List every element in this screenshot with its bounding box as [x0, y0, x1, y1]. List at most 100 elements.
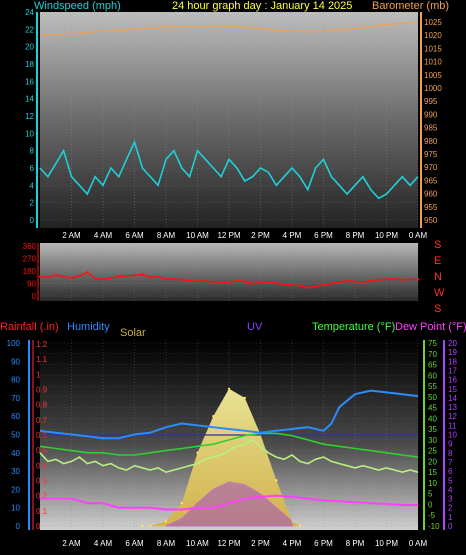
- wind-direction-point: [369, 279, 372, 282]
- uv-tick-label: 15: [448, 385, 457, 394]
- humidity-label: Humidity: [67, 321, 110, 333]
- wind-tick-label: 2: [30, 199, 35, 208]
- direction-tick-label: 0: [32, 292, 37, 301]
- barometer-tick-label: 970: [424, 163, 438, 172]
- wind-direction-point: [38, 275, 42, 278]
- uv-tick-label: 19: [448, 348, 457, 357]
- uv-tick-label: 9: [448, 440, 453, 449]
- wind-x-tick-label: 10 AM: [186, 231, 209, 240]
- barometer-tick-label: 1020: [424, 31, 442, 40]
- humidity-tick-label: 20: [11, 485, 20, 494]
- uv-tick-label: 16: [448, 376, 457, 385]
- humidity-tick-label: 70: [11, 394, 20, 403]
- wind-tick-label: 14: [25, 95, 34, 104]
- solar-point: [243, 396, 246, 400]
- wind-direction-point: [93, 277, 97, 280]
- uv-tick-label: 12: [448, 412, 457, 421]
- wind-direction-point: [322, 283, 325, 287]
- temperature-tick-label: -10: [428, 522, 440, 531]
- solar-point: [164, 520, 168, 523]
- temperature-tick-label: 25: [428, 447, 437, 456]
- wind-direction-point: [219, 281, 223, 284]
- temperature-tick-label: 55: [428, 382, 437, 391]
- bottom-x-tick-label: 4 PM: [283, 539, 302, 548]
- solar-point: [196, 451, 199, 454]
- wind-direction-point: [408, 278, 412, 281]
- wind-x-tick-label: 6 AM: [125, 231, 144, 240]
- wind-direction-point: [86, 271, 89, 274]
- wind-x-tick-label: 8 AM: [157, 231, 176, 240]
- solar-point: [141, 524, 144, 528]
- wind-x-tick-label: 8 PM: [346, 231, 365, 240]
- wind-direction-point: [298, 284, 302, 287]
- wind-direction-point: [54, 274, 57, 277]
- rain-tick-label: 0: [36, 522, 41, 531]
- wind-tick-label: 22: [25, 25, 34, 34]
- temperature-tick-label: -5: [428, 511, 436, 520]
- wind-tick-label: 4: [30, 181, 35, 190]
- solar-label: Solar: [120, 327, 146, 339]
- wind-direction-point: [62, 275, 65, 278]
- direction-letter-e: E: [434, 255, 441, 267]
- uv-tick-label: 2: [448, 504, 453, 513]
- temperature-tick-label: 35: [428, 425, 437, 434]
- bottom-x-tick-label: 10 PM: [375, 539, 398, 548]
- barometer-tick-label: 985: [424, 124, 438, 133]
- humidity-tick-label: 60: [11, 412, 20, 421]
- temperature-tick-label: 30: [428, 436, 437, 445]
- rain-tick-label: 1.2: [36, 340, 48, 349]
- wind-direction-point: [361, 280, 365, 284]
- solar-point: [149, 524, 152, 528]
- uv-tick-label: 13: [448, 403, 457, 412]
- barometer-tick-label: 990: [424, 110, 438, 119]
- wind-direction-point: [70, 276, 73, 280]
- panel-direction-bg: [40, 243, 418, 301]
- wind-direction-point: [109, 276, 113, 280]
- wind-direction-point: [227, 280, 231, 284]
- uv-tick-label: 5: [448, 476, 453, 485]
- wind-direction-point: [101, 278, 105, 281]
- barometer-tick-label: 950: [424, 216, 438, 225]
- wind-x-tick-label: 4 AM: [94, 231, 113, 240]
- temperature-tick-label: 0: [428, 500, 433, 509]
- bottom-x-tick-label: 12 PM: [217, 539, 240, 548]
- bottom-x-tick-label: 6 PM: [314, 539, 333, 548]
- temperature-tick-label: 60: [428, 371, 437, 380]
- direction-tick-label: 90: [27, 280, 36, 289]
- wind-tick-label: 18: [25, 60, 34, 69]
- wind-x-tick-label: 4 PM: [283, 231, 302, 240]
- temperature-tick-label: 10: [428, 479, 437, 488]
- wind-direction-point: [172, 277, 176, 280]
- rain-tick-label: 1.1: [36, 355, 48, 364]
- uv-tick-label: 11: [448, 421, 457, 430]
- wind-direction-point: [156, 275, 160, 278]
- weather-graph: Windspeed (mph) 24 hour graph day : Janu…: [0, 0, 466, 548]
- wind-direction-point: [235, 279, 239, 282]
- uv-tick-label: 17: [448, 366, 457, 375]
- wind-tick-label: 0: [30, 216, 35, 225]
- wind-direction-point: [141, 273, 144, 276]
- uv-label: UV: [247, 321, 263, 333]
- solar-point: [298, 524, 302, 528]
- barometer-tick-label: 1000: [424, 84, 442, 93]
- wind-tick-label: 24: [25, 8, 34, 17]
- rain-tick-label: 0.1: [36, 507, 48, 516]
- temperature-tick-label: 15: [428, 468, 437, 477]
- wind-direction-point: [188, 279, 191, 282]
- wind-direction-point: [196, 280, 199, 283]
- uv-tick-label: 0: [448, 522, 453, 531]
- direction-letter-s-top: S: [434, 239, 441, 251]
- bottom-x-tick-label: 8 AM: [157, 539, 176, 548]
- barometer-tick-label: 980: [424, 137, 438, 146]
- wind-direction-point: [345, 279, 349, 282]
- barometer-tick-label: 1005: [424, 71, 442, 80]
- rain-tick-label: 0.7: [36, 416, 48, 425]
- uv-tick-label: 10: [448, 431, 457, 440]
- uv-tick-label: 1: [448, 513, 453, 522]
- direction-tick-label: 180: [23, 267, 37, 276]
- wind-direction-point: [243, 280, 246, 283]
- wind-x-tick-label: 0 AM: [409, 231, 428, 240]
- wind-direction-point: [164, 278, 168, 281]
- humidity-tick-label: 10: [11, 504, 20, 513]
- barometer-tick-label: 1015: [424, 44, 442, 53]
